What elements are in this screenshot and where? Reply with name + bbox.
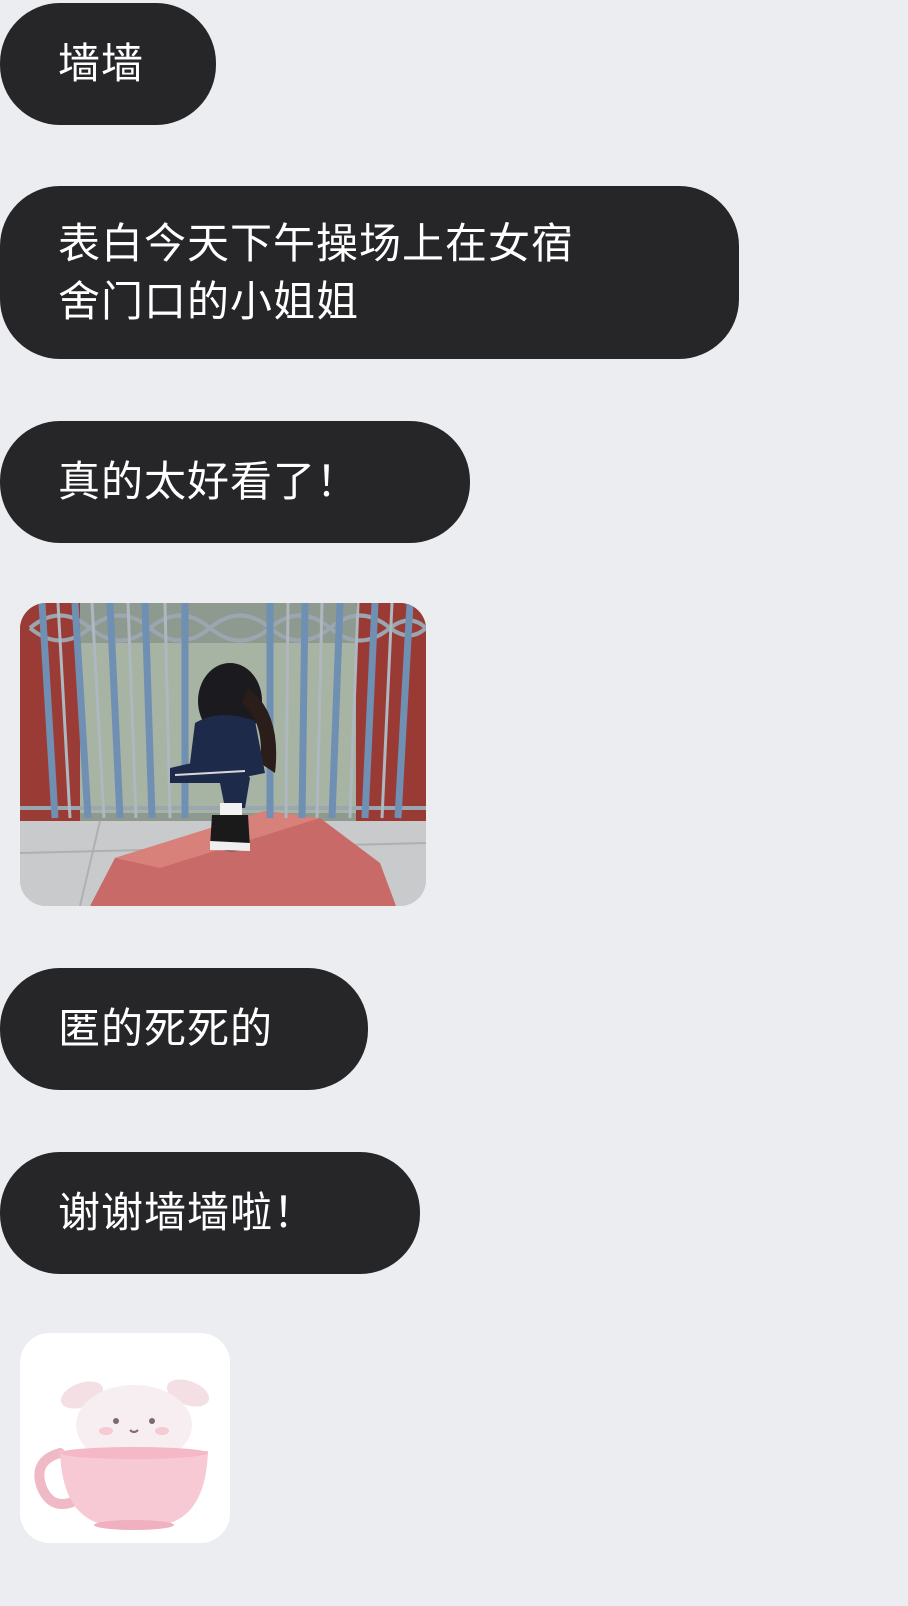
message-bubble[interactable]: 匿的死死的: [0, 968, 368, 1090]
message-bubble[interactable]: 表白今天下午操场上在女宿 舍门口的小姐姐: [0, 186, 739, 359]
message-bubble[interactable]: 谢谢墙墙啦！: [0, 1152, 420, 1274]
message-text: 匿的死死的: [58, 1004, 274, 1053]
message-bubble[interactable]: 墙墙: [0, 3, 216, 125]
sticker-message[interactable]: [20, 1333, 230, 1543]
message-bubble[interactable]: 真的太好看了！: [0, 421, 470, 543]
image-message[interactable]: [20, 603, 426, 906]
message-text: 表白今天下午操场上在女宿 舍门口的小姐姐: [58, 218, 575, 326]
chat-thread: 墙墙 表白今天下午操场上在女宿 舍门口的小姐姐 真的太好看了！ 匿的死死的 谢谢…: [0, 0, 908, 1606]
message-text: 墙墙: [58, 39, 145, 88]
pink-puppy-in-cup-sticker-icon: [20, 1333, 230, 1543]
message-text: 真的太好看了！: [58, 457, 360, 506]
photo-girl-at-gate-icon: [20, 603, 426, 906]
message-text: 谢谢墙墙啦！: [58, 1188, 317, 1237]
